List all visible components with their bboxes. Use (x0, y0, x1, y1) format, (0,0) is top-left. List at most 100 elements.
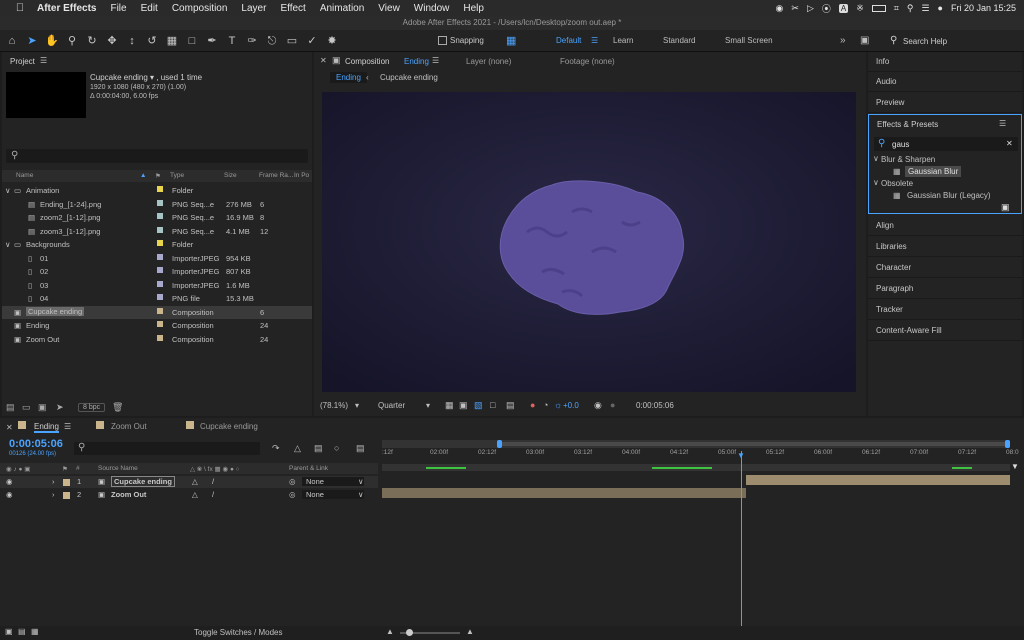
label-swatch[interactable] (157, 186, 163, 192)
broadcast-icon[interactable]: ⦿ (822, 2, 831, 15)
menu-edit[interactable]: Edit (134, 3, 165, 14)
label-swatch[interactable] (157, 267, 163, 273)
expand-layer-switches-icon[interactable]: ▣ (5, 627, 13, 636)
dolly-tool-icon[interactable]: ↕ (124, 33, 140, 49)
label-swatch[interactable] (157, 226, 163, 233)
time-ruler[interactable]: :12f 02:00f 02:12f 03:00f 03:12f 04:00f 04:12f… (382, 418, 1019, 462)
comp-flowchart-icon[interactable]: ↷ (272, 443, 280, 454)
trash-icon[interactable]: 🗑 (112, 402, 123, 413)
play-circle-icon[interactable]: ▷ (807, 3, 814, 14)
zoom-tool-icon[interactable]: ⚲ (64, 33, 80, 49)
timeline-zoom-slider[interactable] (400, 629, 460, 636)
layer-name[interactable]: Cupcake ending (111, 476, 175, 487)
project-item-row[interactable]: ▯ 01 ImporterJPEG 954 KB (2, 252, 312, 265)
motion-blur-icon[interactable]: ○ (334, 443, 339, 453)
graph-editor-icon[interactable]: ▤ (356, 443, 365, 454)
col-size[interactable]: Size (224, 172, 237, 179)
sort-up-icon[interactable]: ▲ (140, 172, 146, 179)
zoom-select[interactable]: (78.1%) (320, 401, 348, 410)
chevron-down-icon[interactable]: ∨ (5, 240, 11, 249)
footage-tab[interactable]: Footage (none) (560, 57, 615, 66)
new-bin-icon[interactable]: ▣ (1001, 202, 1010, 213)
menu-layer[interactable]: Layer (234, 3, 273, 14)
menu-file[interactable]: File (103, 3, 133, 14)
audio-panel[interactable]: Audio (868, 72, 1022, 92)
timeline-tab-cupcake[interactable]: Cupcake ending (200, 422, 258, 431)
lock-icon[interactable]: ▣ (332, 55, 341, 66)
project-item-row[interactable]: ▤ zoom2_[1-12].png PNG Seq...e 16.9 MB 8 (2, 211, 312, 224)
battery-icon[interactable] (871, 4, 886, 12)
menu-composition[interactable]: Composition (165, 3, 235, 14)
panel-menu-icon[interactable]: ☰ (999, 119, 1006, 128)
label-swatch[interactable] (157, 253, 163, 260)
paragraph-panel[interactable]: Paragraph (868, 279, 1022, 299)
chevron-down-icon[interactable]: ▾ (426, 401, 430, 410)
bluetooth-icon[interactable]: ※ (856, 3, 864, 14)
project-item-row[interactable]: ▣ Cupcake ending Composition 6 (2, 305, 312, 319)
project-item-row[interactable]: ▣ Zoom Out Composition 24 (2, 333, 312, 346)
scissors-icon[interactable]: ✂ (791, 3, 799, 14)
layer-row[interactable]: ◉ › 1 ▣ Cupcake ending △ / ◎ None ∨ (0, 476, 378, 488)
shy-switch-icon[interactable]: △ (192, 490, 198, 499)
clear-search-icon[interactable]: ✕ (1006, 139, 1013, 148)
shy-switch-icon[interactable]: △ (192, 477, 198, 486)
apple-icon[interactable]:  (10, 2, 30, 14)
spotlight-icon[interactable]: ⚲ (907, 3, 914, 14)
chevron-down-icon[interactable]: ∨ (358, 477, 364, 486)
zoom-slider-handle[interactable] (406, 629, 413, 636)
content-aware-fill-panel[interactable]: Content-Aware Fill (868, 321, 1022, 341)
layer-1-duration-bar[interactable] (746, 475, 1010, 485)
composition-viewer[interactable] (322, 92, 856, 392)
viewer-timecode[interactable]: 0:00:05:06 (636, 401, 674, 410)
composition-tab-label[interactable]: Composition (345, 57, 389, 66)
quality-switch-icon[interactable]: / (212, 477, 214, 486)
anchor-tool-icon[interactable]: ▦ (164, 33, 180, 49)
number-col-icon[interactable]: # (76, 465, 80, 472)
label-swatch[interactable] (157, 213, 163, 219)
type-tool-icon[interactable]: T (224, 33, 240, 49)
label-col-icon[interactable]: ⚑ (62, 465, 68, 473)
layer-tab[interactable]: Layer (none) (466, 57, 511, 66)
workspace-standard[interactable]: Standard (663, 30, 695, 52)
timeline-timecode[interactable]: 0:00:05:06 (9, 438, 63, 450)
resolution-select[interactable]: Quarter (378, 401, 405, 410)
transparency-grid-icon[interactable]: ▧ (474, 400, 483, 411)
timeline-tab-zoom-out[interactable]: Zoom Out (111, 422, 147, 431)
label-swatch[interactable] (63, 479, 70, 486)
project-item-row[interactable]: ▣ Ending Composition 24 (2, 319, 312, 332)
menu-effect[interactable]: Effect (273, 3, 312, 14)
menu-window[interactable]: Window (407, 3, 457, 14)
zoom-out-icon[interactable]: ▲ (386, 627, 394, 636)
exposure-icon[interactable]: ☼ (554, 400, 562, 410)
pick-whip-icon[interactable]: ◎ (289, 477, 296, 486)
siri-icon[interactable]: ● (938, 3, 943, 13)
workspace-menu-icon[interactable]: ☰ (591, 30, 598, 52)
label-swatch[interactable] (157, 280, 163, 287)
fast-preview-icon[interactable]: ▦ (445, 400, 454, 411)
pick-whip-icon[interactable]: ◎ (289, 490, 296, 499)
label-swatch[interactable] (157, 199, 163, 206)
orbit-tool-icon[interactable]: ↻ (84, 33, 100, 49)
preview-panel[interactable]: Preview (868, 93, 1022, 113)
menu-app[interactable]: After Effects (30, 3, 103, 14)
snapping-checkbox[interactable] (438, 36, 447, 45)
clock-text[interactable]: Fri 20 Jan 15:25 (951, 3, 1016, 13)
menu-view[interactable]: View (371, 3, 407, 14)
hand-tool-icon[interactable]: ✋ (44, 33, 60, 49)
col-source-name[interactable]: Source Name (98, 465, 138, 472)
composition-tab-name[interactable]: Ending (404, 57, 429, 66)
expand-chevron-icon[interactable]: › (52, 490, 55, 499)
character-panel[interactable]: Character (868, 258, 1022, 278)
tab-menu-icon[interactable]: ☰ (64, 422, 71, 431)
puppet-tool-icon[interactable]: ✸ (324, 33, 340, 49)
libraries-panel[interactable]: Libraries (868, 237, 1022, 257)
timeline-tab-ending[interactable]: Ending (34, 422, 59, 433)
effects-search-input[interactable]: ⚲ gaus ✕ (874, 137, 1018, 151)
layer-2-duration-bar[interactable] (382, 488, 746, 498)
playhead-marker-icon[interactable]: ▼ (737, 451, 745, 460)
layer-2-bar[interactable] (382, 488, 1012, 498)
menu-animation[interactable]: Animation (313, 3, 371, 14)
wifi-icon[interactable]: ⌗ (894, 3, 899, 14)
col-type[interactable]: Type (170, 172, 184, 179)
region-of-interest-icon[interactable]: ▤ (506, 400, 515, 411)
